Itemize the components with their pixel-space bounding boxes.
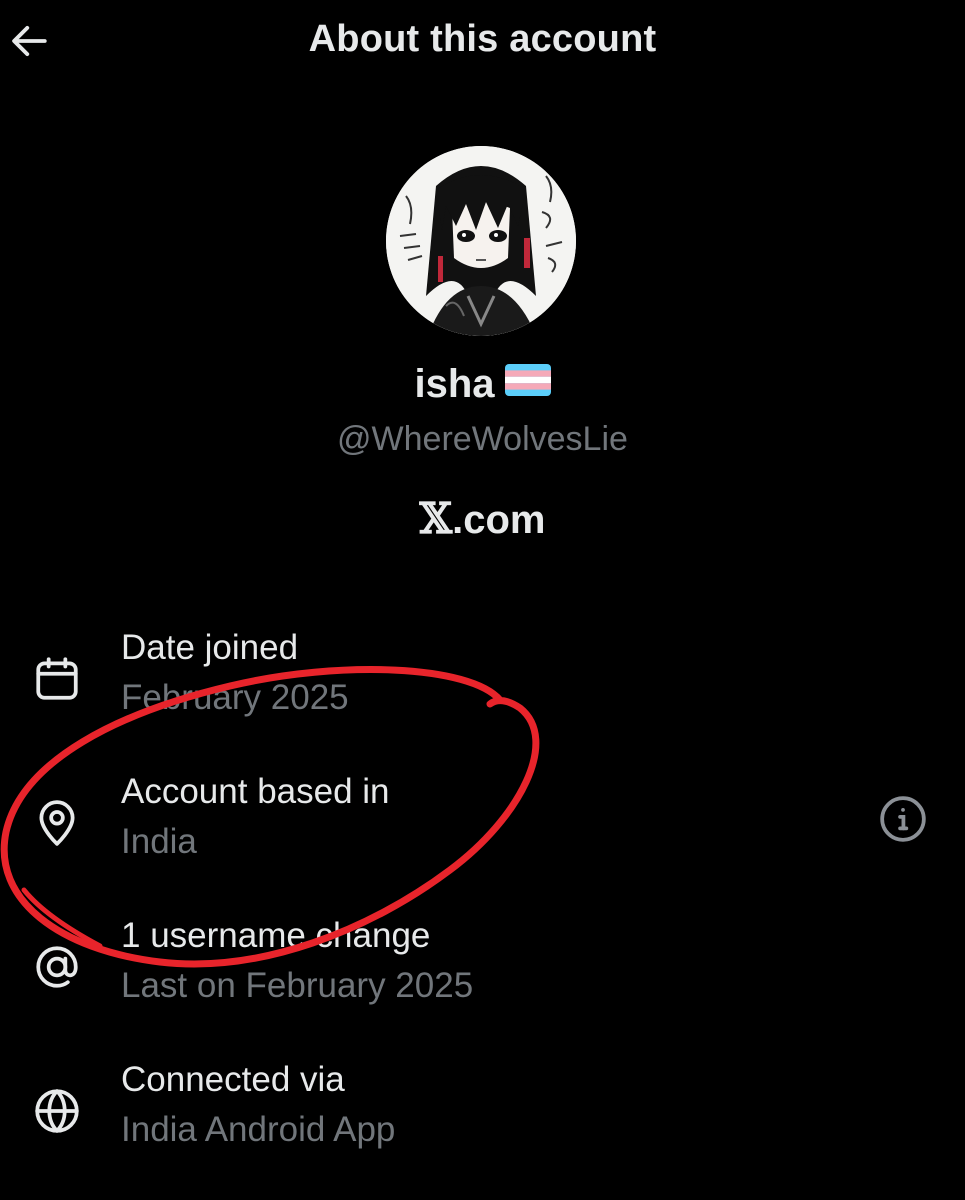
account-location-value: India xyxy=(121,822,197,861)
username-change-value: Last on February 2025 xyxy=(121,966,474,1005)
transgender-flag-icon xyxy=(504,361,551,406)
account-location-label: Account based in xyxy=(121,772,390,811)
date-joined-value: February 2025 xyxy=(121,678,349,717)
connected-via-value: India Android App xyxy=(121,1110,396,1149)
date-joined-label: Date joined xyxy=(121,628,299,667)
info-icon xyxy=(880,796,926,842)
at-sign-icon xyxy=(28,938,86,996)
account-location-row: Account based in India xyxy=(0,772,965,882)
username-change-row: 1 username change Last on February 2025 xyxy=(0,916,965,1026)
username-change-label: 1 username change xyxy=(121,916,431,955)
connected-via-row: Connected via India Android App xyxy=(0,1060,965,1170)
display-name: isha xyxy=(414,362,495,406)
display-name-row: isha xyxy=(0,362,965,407)
avatar xyxy=(386,146,576,336)
platform-domain: .com xyxy=(452,498,546,542)
date-joined-row: Date joined February 2025 xyxy=(0,628,965,738)
platform-label: 𝕏.com xyxy=(0,494,965,543)
calendar-icon xyxy=(28,650,86,708)
username-handle: @WhereWolvesLie xyxy=(337,420,628,458)
location-info-button[interactable] xyxy=(876,792,930,846)
x-logo-icon: 𝕏 xyxy=(419,494,453,543)
connected-via-label: Connected via xyxy=(121,1060,345,1099)
location-pin-icon xyxy=(28,794,86,852)
top-bar: About this account xyxy=(0,0,965,80)
page-title: About this account xyxy=(308,18,657,60)
globe-icon xyxy=(28,1082,86,1140)
